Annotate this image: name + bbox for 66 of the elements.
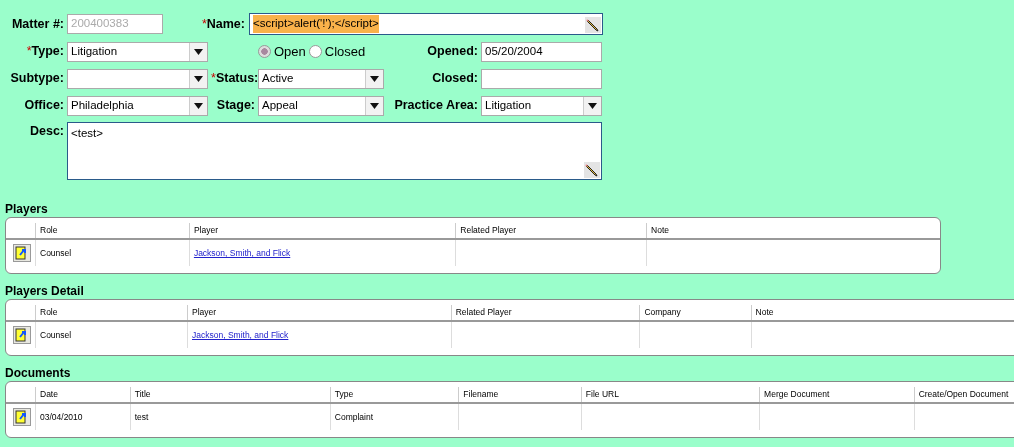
open-record-button[interactable] <box>13 408 31 426</box>
field-label: Stage: <box>216 98 255 113</box>
field-label: Type: <box>31 44 64 59</box>
pencil-icon[interactable] <box>584 162 600 178</box>
required-mark: * <box>201 16 207 31</box>
text-field: 200400383 <box>67 14 163 34</box>
column-header: Date <box>35 387 131 403</box>
open-record-button[interactable] <box>13 244 31 262</box>
column-header: Note <box>751 305 1014 321</box>
caret-icon[interactable] <box>365 69 383 88</box>
table-cell: Counsel <box>40 329 72 340</box>
player-link[interactable]: Jackson, Smith, and Flick <box>192 329 289 340</box>
field-label: Opened: <box>427 44 478 59</box>
select-field[interactable]: Appeal <box>258 95 384 116</box>
pencil-icon[interactable] <box>585 17 601 33</box>
column-header: Note <box>646 223 940 239</box>
radio-button[interactable] <box>308 45 322 58</box>
section-heading: Documents <box>5 365 72 379</box>
text-field[interactable]: <script>alert('!');</script> <box>249 13 603 35</box>
column-header: File URL <box>581 387 760 403</box>
field-label: Matter #: <box>11 16 64 31</box>
field-label: Desc: <box>29 124 64 138</box>
select-field[interactable]: Litigation <box>67 41 208 62</box>
column-header: Player <box>187 305 452 321</box>
table-cell: test <box>134 411 149 422</box>
column-header: Related Player <box>451 305 640 321</box>
select-field[interactable]: Litigation <box>481 95 602 116</box>
select-field[interactable]: Active <box>258 68 384 89</box>
open-record-button[interactable] <box>13 326 31 344</box>
column-header: Title <box>130 387 331 403</box>
radio-label: Closed <box>324 42 366 61</box>
field-label: Name: <box>206 16 245 31</box>
caret-icon[interactable] <box>189 69 207 88</box>
section-heading: Players Detail <box>5 283 85 297</box>
column-header: Company <box>639 305 752 321</box>
radio-label: Open <box>274 42 306 61</box>
text-area[interactable]: <test> <box>67 122 602 180</box>
field-label: Practice Area: <box>394 98 478 113</box>
column-header: Filename <box>458 387 582 403</box>
caret-icon[interactable] <box>583 96 601 115</box>
select-field[interactable]: Philadelphia <box>67 95 208 116</box>
radio-button[interactable] <box>258 45 271 58</box>
column-header: Role <box>35 305 188 321</box>
caret-icon[interactable] <box>365 96 383 115</box>
column-header: Create/Open Document <box>914 387 1014 403</box>
column-header: Related Player <box>455 223 647 239</box>
caret-icon[interactable] <box>189 96 207 115</box>
field-label: Closed: <box>432 71 478 86</box>
field-label: Status: <box>215 71 259 86</box>
field-label: Office: <box>24 98 64 113</box>
column-header: Merge Document <box>759 387 915 403</box>
field-label: Subtype: <box>10 71 64 86</box>
required-mark: * <box>26 44 32 59</box>
text-field[interactable] <box>481 68 602 89</box>
select-field[interactable] <box>67 68 208 89</box>
column-header: Player <box>189 223 456 239</box>
table-cell: Complaint <box>334 411 374 422</box>
section-heading: Players <box>5 201 49 215</box>
column-header: Type <box>330 387 459 403</box>
table-cell: 03/04/2010 <box>40 411 83 422</box>
required-mark: * <box>211 71 216 86</box>
text-field[interactable]: 05/20/2004 <box>481 41 602 62</box>
table-cell: Counsel <box>40 247 72 258</box>
caret-icon[interactable] <box>189 42 207 61</box>
column-header: Role <box>35 223 190 239</box>
player-link[interactable]: Jackson, Smith, and Flick <box>193 247 291 258</box>
